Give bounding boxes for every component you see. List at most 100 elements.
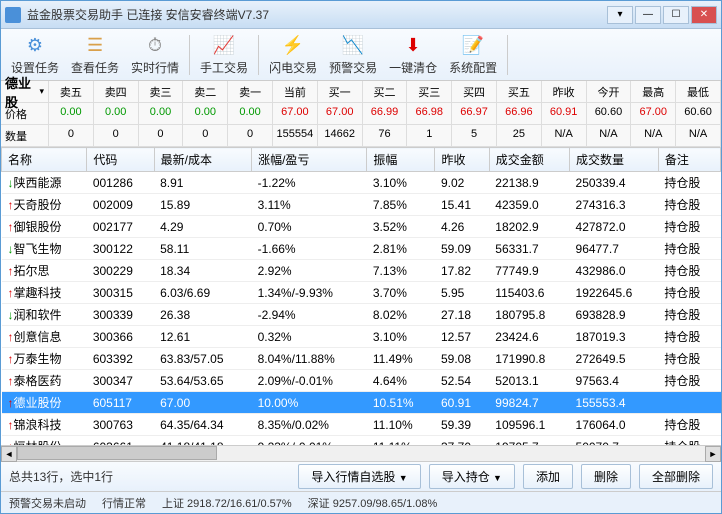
column-header[interactable]: 成交金额 [489,148,569,172]
cell-code: 300339 [87,304,154,326]
price-cell: 5 [452,125,497,146]
table-wrap[interactable]: 名称代码最新/成本涨幅/盈亏振幅昨收成交金额成交数量备注↓陕西能源0012868… [1,147,721,445]
price-cell: 14662 [318,125,363,146]
arrow-up-icon: ↑ [8,198,14,212]
cell-name: ↑创意信息 [2,326,87,348]
arrow-up-icon: ↑ [8,220,14,234]
price-cell: 66.97 [452,103,497,124]
price-cell: 0 [49,125,94,146]
arrow-up-icon: ↑ [8,374,14,388]
cell-vol: 96477.7 [570,238,659,260]
arrow-up-icon: ↑ [8,286,14,300]
price-col-header: 当前 [273,81,318,102]
column-header[interactable]: 昨收 [435,148,489,172]
table-row[interactable]: ↑锦浪科技30076364.35/64.348.35%/0.02%11.10%5… [2,414,721,436]
cell-vol: 427872.0 [570,216,659,238]
table-row[interactable]: ↑创意信息30036612.610.32%3.10%12.5723424.618… [2,326,721,348]
column-header[interactable]: 名称 [2,148,87,172]
toolbar-clock[interactable]: ⏱实时行情 [125,31,185,78]
cell-amt: 19705.7 [489,436,569,446]
footer-button[interactable]: 导入持仓 ▼ [429,464,515,489]
clock-icon: ⏱ [143,33,167,57]
cell-code: 300366 [87,326,154,348]
column-header[interactable]: 备注 [658,148,720,172]
toolbar-chart[interactable]: 📈手工交易 [194,31,254,78]
column-header[interactable]: 最新/成本 [154,148,251,172]
cell-amp: 11.10% [367,414,435,436]
column-header[interactable]: 振幅 [367,148,435,172]
price-cell: 0.00 [183,103,228,124]
cell-amp: 7.13% [367,260,435,282]
price-row-label: 价格 [1,103,49,124]
table-row[interactable]: ↑恒林股份60366141.18/41.189.23%/-0.01%11.11%… [2,436,721,446]
cell-note: 持仓股 [658,194,720,216]
footer-button[interactable]: 删除 [581,464,631,489]
table-row[interactable]: ↑天奇股份00200915.893.11%7.85%15.4142359.027… [2,194,721,216]
price-cell: 0.00 [139,103,184,124]
scroll-thumb[interactable] [17,446,217,460]
cell-code: 605117 [87,392,154,414]
tool-label: 系统配置 [449,59,497,76]
tool-label: 手工交易 [200,59,248,76]
cell-note: 持仓股 [658,282,720,304]
footer-button[interactable]: 导入行情自选股 ▼ [298,464,420,489]
scroll-left-button[interactable]: ◄ [1,446,17,462]
table-row[interactable]: ↑泰格医药30034753.64/53.652.09%/-0.01%4.64%5… [2,370,721,392]
toolbar-gear[interactable]: ⚙设置任务 [5,31,65,78]
dropdown-button[interactable]: ▾ [607,6,633,24]
price-row-label: 德业股▾ [1,81,49,102]
cell-note: 持仓股 [658,172,720,194]
cell-note: 持仓股 [658,436,720,446]
list-icon: ☰ [83,33,107,57]
sh-index: 上证 2918.72/16.61/0.57% [162,495,292,511]
cell-name: ↓陕西能源 [2,172,87,194]
cell-vol: 1922645.6 [570,282,659,304]
table-row[interactable]: ↓润和软件30033926.38-2.94%8.02%27.18180795.8… [2,304,721,326]
toolbar-bolt[interactable]: ⚡闪电交易 [263,31,323,78]
close-button[interactable]: ✕ [691,6,717,24]
toolbar-alert[interactable]: 📉预警交易 [323,31,383,78]
price-col-header: 卖一 [228,81,273,102]
cell-chg: 2.09%/-0.01% [252,370,367,392]
tool-label: 一键清仓 [389,59,437,76]
cell-vol: 155553.4 [570,392,659,414]
cell-chg: 0.70% [252,216,367,238]
column-header[interactable]: 成交数量 [570,148,659,172]
table-row[interactable]: ↑掌趣科技3003156.03/6.691.34%/-9.93%3.70%5.9… [2,282,721,304]
scroll-right-button[interactable]: ► [705,446,721,462]
cell-amp: 8.02% [367,304,435,326]
table-row[interactable]: ↑万泰生物60339263.83/57.058.04%/11.88%11.49%… [2,348,721,370]
table-row[interactable]: ↓陕西能源0012868.91-1.22%3.10%9.0222138.9250… [2,172,721,194]
cell-name: ↓润和软件 [2,304,87,326]
cell-note: 持仓股 [658,326,720,348]
price-cell: 0 [228,125,273,146]
minimize-button[interactable]: — [635,6,661,24]
toolbar-config[interactable]: 📝系统配置 [443,31,503,78]
cell-amp: 3.10% [367,326,435,348]
cell-vol: 250339.4 [570,172,659,194]
cell-note: 持仓股 [658,370,720,392]
table-row[interactable]: ↑德业股份60511767.0010.00%10.51%60.9199824.7… [2,392,721,414]
price-cell: N/A [587,125,632,146]
toolbar-down[interactable]: ⬇一键清仓 [383,31,443,78]
cell-price: 6.03/6.69 [154,282,251,304]
toolbar-list[interactable]: ☰查看任务 [65,31,125,78]
table-row[interactable]: ↑拓尔思30022918.342.92%7.13%17.8277749.9432… [2,260,721,282]
table-row[interactable]: ↓智飞生物30012258.11-1.66%2.81%59.0956331.79… [2,238,721,260]
price-cell: 0 [139,125,184,146]
h-scrollbar[interactable]: ◄ ► [1,445,721,461]
column-header[interactable]: 代码 [87,148,154,172]
cell-amp: 3.10% [367,172,435,194]
footer-button[interactable]: 添加 [523,464,573,489]
cell-prev: 17.82 [435,260,489,282]
price-col-header: 买三 [407,81,452,102]
footer-button[interactable]: 全部删除 [639,464,713,489]
column-header[interactable]: 涨幅/盈亏 [252,148,367,172]
arrow-up-icon: ↑ [8,396,14,410]
price-cell: 66.98 [407,103,452,124]
maximize-button[interactable]: ☐ [663,6,689,24]
price-cell: 0.00 [49,103,94,124]
price-cell: 25 [497,125,542,146]
table-row[interactable]: ↑御银股份0021774.290.70%3.52%4.2618202.94278… [2,216,721,238]
cell-code: 002009 [87,194,154,216]
